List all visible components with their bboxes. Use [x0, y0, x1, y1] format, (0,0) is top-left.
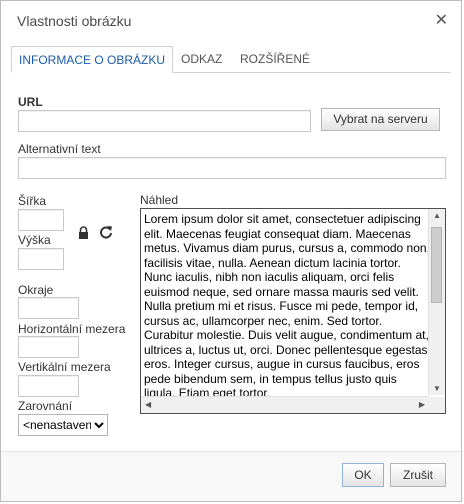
preview-horizontal-scrollbar[interactable]: ◀ ▶: [141, 396, 429, 413]
reset-size-icon[interactable]: [99, 225, 113, 242]
preview-label: Náhled: [140, 193, 179, 207]
scrollbar-corner: [429, 397, 445, 413]
align-label: Zarovnání: [18, 399, 73, 413]
width-input[interactable]: [18, 209, 64, 231]
width-label: Šířka: [18, 194, 47, 208]
vspace-input[interactable]: [18, 375, 79, 397]
tab-link[interactable]: ODKAZ: [174, 46, 229, 72]
height-input[interactable]: [18, 248, 64, 270]
tab-image-info[interactable]: INFORMACE O OBRÁZKU: [11, 46, 174, 73]
scroll-right-icon[interactable]: ▶: [419, 400, 425, 409]
preview-vertical-scrollbar[interactable]: ▲ ▼: [428, 209, 445, 395]
preview-text: Lorem ipsum dolor sit amet, consectetuer…: [144, 212, 430, 400]
border-label: Okraje: [18, 283, 54, 297]
scrollbar-thumb[interactable]: [431, 227, 442, 303]
alt-text-label: Alternativní text: [18, 142, 101, 156]
alt-text-input[interactable]: [18, 157, 446, 179]
dialog-titlebar[interactable]: Vlastnosti obrázku ✕: [1, 1, 461, 44]
browse-server-button[interactable]: Vybrat na serveru: [321, 108, 440, 131]
ok-button[interactable]: OK: [342, 463, 384, 487]
lock-icon[interactable]: [77, 226, 90, 242]
dialog-footer: OK Zrušit: [1, 451, 461, 501]
height-label: Výška: [18, 233, 51, 247]
cancel-button[interactable]: Zrušit: [390, 463, 446, 487]
vspace-label: Vertikální mezera: [18, 360, 111, 374]
scroll-left-icon[interactable]: ◀: [145, 400, 151, 409]
scroll-down-icon[interactable]: ▼: [433, 384, 441, 393]
scroll-up-icon[interactable]: ▲: [433, 211, 441, 220]
hspace-input[interactable]: [18, 336, 79, 358]
preview-box[interactable]: Lorem ipsum dolor sit amet, consectetuer…: [140, 208, 446, 414]
image-properties-dialog: Vlastnosti obrázku ✕ INFORMACE O OBRÁZKU…: [0, 0, 462, 502]
close-icon[interactable]: ✕: [435, 11, 448, 31]
url-label: URL: [18, 95, 43, 109]
tab-advanced[interactable]: ROZŠÍŘENÉ: [233, 46, 317, 72]
url-input[interactable]: [18, 110, 311, 132]
tab-bar: INFORMACE O OBRÁZKU ODKAZ ROZŠÍŘENÉ: [11, 46, 451, 73]
hspace-label: Horizontální mezera: [18, 322, 126, 336]
dialog-title: Vlastnosti obrázku: [17, 13, 132, 29]
align-select[interactable]: <nenastaveno>: [18, 414, 108, 436]
border-input[interactable]: [18, 297, 79, 319]
